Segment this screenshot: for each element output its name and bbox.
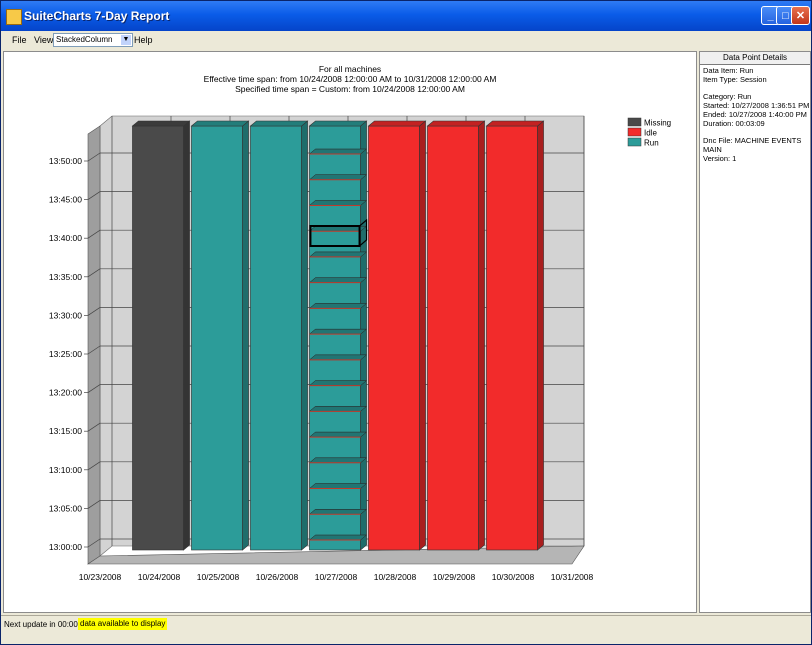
column-top-0 bbox=[131, 120, 191, 127]
stack-segment bbox=[308, 406, 368, 412]
x-tick-label: 10/25/2008 bbox=[197, 572, 240, 582]
column-side-1 bbox=[242, 120, 249, 551]
window-title: SuiteCharts 7-Day Report bbox=[24, 9, 170, 23]
y-tick-label: 13:20:00 bbox=[49, 388, 82, 398]
legend-swatch-idle bbox=[627, 127, 642, 137]
stack-segment bbox=[308, 303, 368, 309]
column-top-6 bbox=[485, 120, 545, 127]
x-tick-label: 10/28/2008 bbox=[374, 572, 417, 582]
y-tick-label: 13:05:00 bbox=[49, 503, 82, 513]
y-tick-label: 13:15:00 bbox=[49, 426, 82, 436]
x-tick-label: 10/27/2008 bbox=[315, 572, 358, 582]
menu-view[interactable]: View bbox=[34, 35, 53, 45]
status-message: data available to display bbox=[78, 618, 168, 630]
y-tick-label: 13:35:00 bbox=[49, 272, 82, 282]
stack-segment bbox=[308, 509, 368, 515]
plot-left-wall bbox=[87, 125, 101, 565]
stack-segment bbox=[308, 148, 368, 155]
menu-file[interactable]: File bbox=[12, 35, 27, 45]
column-top-4 bbox=[367, 120, 427, 127]
stacked-column-chart: For all machines Effective time span: fr… bbox=[49, 64, 671, 582]
legend-swatch-run bbox=[627, 137, 642, 147]
app-icon bbox=[6, 9, 22, 25]
column-top-2 bbox=[249, 120, 309, 127]
stack-segment bbox=[308, 354, 368, 361]
y-tick-label: 13:45:00 bbox=[49, 195, 82, 205]
column-front-2 bbox=[250, 125, 302, 551]
column-front-1 bbox=[191, 125, 243, 551]
column-side-4 bbox=[419, 120, 426, 551]
menu-help[interactable]: Help bbox=[134, 35, 153, 45]
stack-segment bbox=[308, 483, 368, 489]
y-tick-label: 13:10:00 bbox=[49, 465, 82, 475]
details-line: Category: Run bbox=[703, 92, 752, 101]
column-side-2 bbox=[301, 120, 308, 551]
details-line: Started: 10/27/2008 1:36:51 PM bbox=[703, 101, 810, 110]
x-tick-label: 10/26/2008 bbox=[256, 572, 299, 582]
chart-title-line1: For all machines bbox=[319, 64, 381, 74]
column-front-6 bbox=[486, 125, 538, 551]
legend-swatch-missing bbox=[627, 117, 642, 127]
details-body: Data Item: Run Item Type: Session Category… bbox=[703, 66, 809, 163]
details-line: Dnc File: MACHINE EVENTS bbox=[703, 136, 802, 145]
stack-segment bbox=[308, 380, 368, 386]
x-tick-label: 10/29/2008 bbox=[433, 572, 476, 582]
stack-segment bbox=[308, 251, 368, 258]
x-tick-label: 10/30/2008 bbox=[492, 572, 535, 582]
column-side-5 bbox=[478, 120, 485, 551]
x-tick-label: 10/31/2008 bbox=[551, 572, 594, 582]
stack-segment bbox=[308, 457, 368, 464]
legend-label-missing: Missing bbox=[644, 119, 671, 128]
y-tick-label: 13:00:00 bbox=[49, 542, 82, 552]
chart-panel: For all machines Effective time span: fr… bbox=[3, 51, 697, 613]
column-side-0 bbox=[183, 120, 190, 551]
y-tick-label: 13:30:00 bbox=[49, 310, 82, 320]
column-top-5 bbox=[426, 120, 486, 127]
details-line: Duration: 00:03:09 bbox=[703, 119, 765, 128]
stack-segment bbox=[308, 200, 368, 206]
data-point-details-panel: Data Point Details Data Item: Run Item Ty… bbox=[699, 51, 811, 613]
legend-label-idle: Idle bbox=[644, 129, 657, 138]
column-top-3 bbox=[308, 120, 368, 127]
details-header: Data Point Details bbox=[700, 52, 810, 65]
stack-segment bbox=[308, 431, 368, 438]
chart-type-select-value: StackedColumn bbox=[56, 35, 113, 44]
column-top-1 bbox=[190, 120, 250, 127]
menu-bar: File View StackedColumn ▼ Help bbox=[1, 31, 811, 50]
x-tick-label: 10/24/2008 bbox=[138, 572, 181, 582]
title-bar[interactable]: SuiteCharts 7-Day Report _ □ ✕ bbox=[1, 1, 811, 31]
next-update-text: Next update in 00:00:37 bbox=[4, 620, 89, 629]
column-front-5 bbox=[427, 125, 479, 551]
close-button[interactable]: ✕ bbox=[791, 6, 810, 25]
stack-segment bbox=[308, 277, 368, 283]
chevron-down-icon[interactable]: ▼ bbox=[121, 35, 131, 45]
details-spacer bbox=[703, 84, 809, 92]
details-line: MAIN bbox=[703, 145, 722, 154]
details-spacer bbox=[703, 128, 809, 136]
column-front-4 bbox=[368, 125, 420, 551]
stack-segment bbox=[308, 174, 368, 180]
legend-label-run: Run bbox=[644, 139, 659, 148]
y-tick-label: 13:25:00 bbox=[49, 349, 82, 359]
chart-type-select[interactable]: StackedColumn ▼ bbox=[53, 33, 133, 47]
details-line: Item Type: Session bbox=[703, 75, 767, 84]
status-bar: Next update in 00:00:37 data available t… bbox=[1, 615, 811, 632]
y-tick-label: 13:40:00 bbox=[49, 233, 82, 243]
y-tick-label: 13:50:00 bbox=[49, 156, 82, 166]
report-window: SuiteCharts 7-Day Report _ □ ✕ File View… bbox=[0, 0, 812, 645]
chart-title-line2: Effective time span: from 10/24/2008 12:… bbox=[204, 74, 497, 84]
details-line: Ended: 10/27/2008 1:40:00 PM bbox=[703, 110, 807, 119]
chart-title-line3: Specified time span = Custom: from 10/24… bbox=[235, 84, 465, 94]
details-line: Data Item: Run bbox=[703, 66, 754, 75]
stack-segment bbox=[308, 328, 368, 335]
column-front-0 bbox=[132, 125, 184, 551]
column-side-6 bbox=[537, 120, 544, 551]
stack-segment bbox=[308, 534, 368, 541]
details-line: Version: 1 bbox=[703, 154, 737, 163]
x-tick-label: 10/23/2008 bbox=[79, 572, 122, 582]
